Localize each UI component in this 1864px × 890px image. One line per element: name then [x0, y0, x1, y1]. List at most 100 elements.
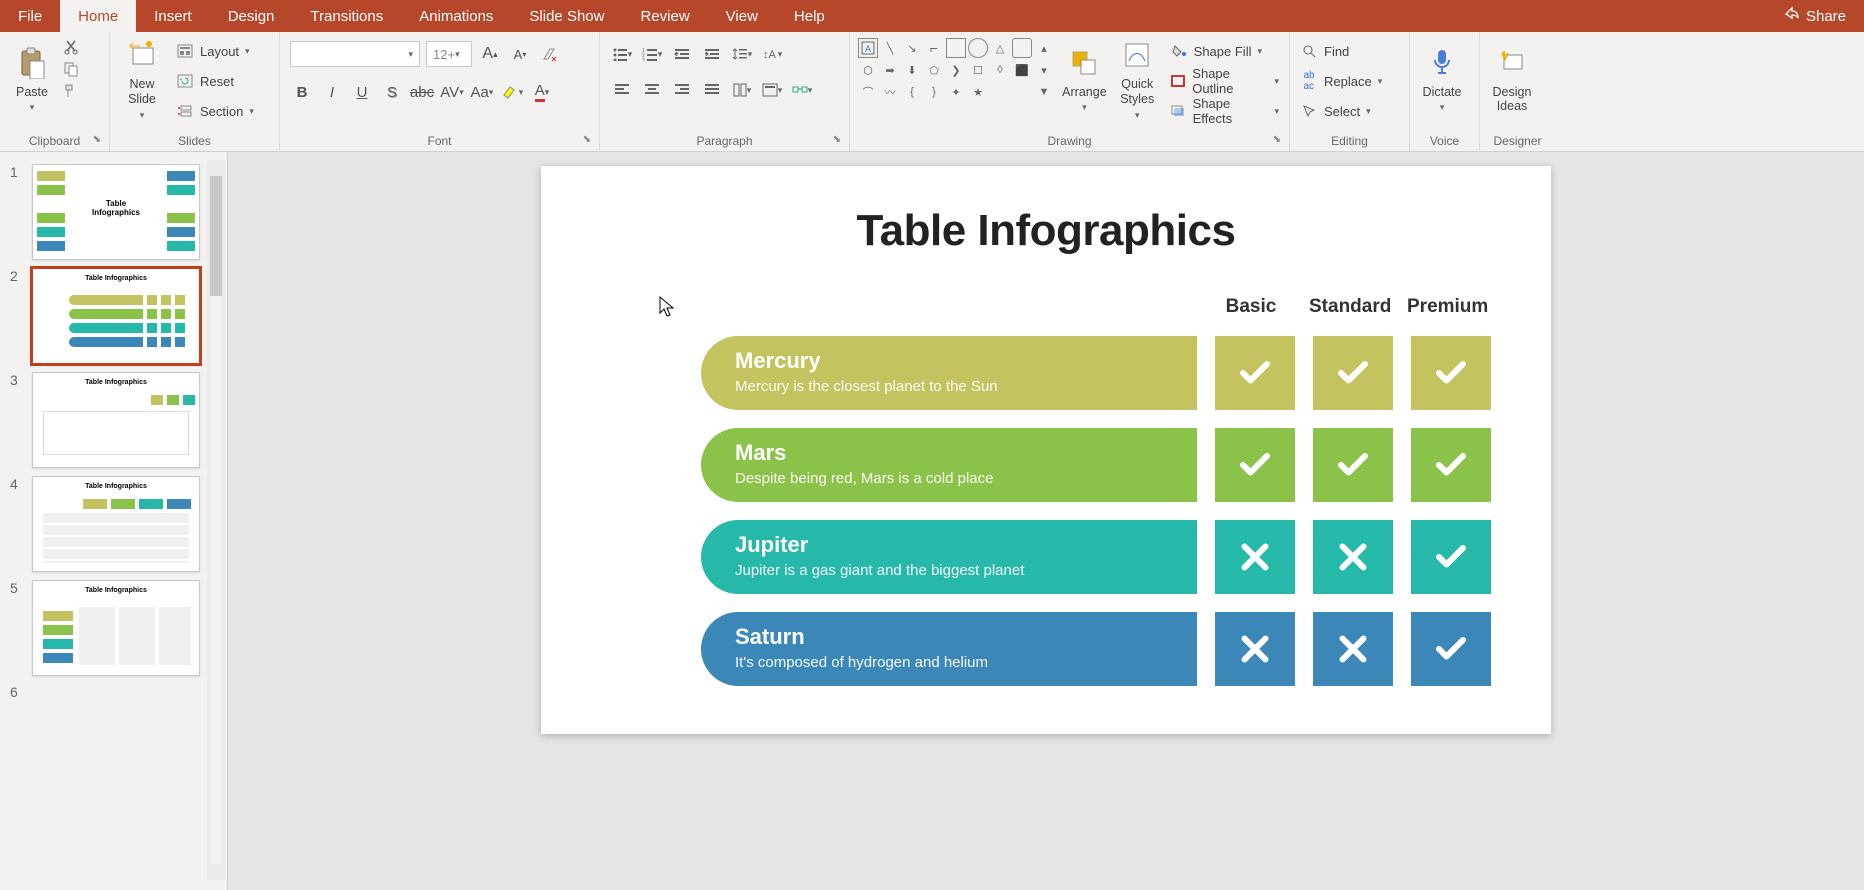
slide-thumbnail-5[interactable]: Table Infographics [32, 580, 200, 676]
align-left-button[interactable] [610, 78, 634, 102]
paragraph-launcher[interactable]: ⬊ [833, 134, 841, 145]
strikethrough-button[interactable]: abc [410, 80, 434, 104]
format-painter-button[interactable] [62, 82, 80, 100]
check-cell[interactable] [1411, 612, 1491, 686]
italic-button[interactable]: I [320, 80, 344, 104]
find-button[interactable]: Find [1296, 38, 1386, 64]
new-slide-button[interactable]: New Slide ▾ [116, 36, 168, 122]
pentagon-arrow-icon[interactable]: ⬠ [924, 60, 944, 80]
tab-home[interactable]: Home [60, 0, 136, 32]
layout-button[interactable]: Layout ▾ [172, 38, 258, 64]
tab-transitions[interactable]: Transitions [292, 0, 401, 32]
shape-outline-button[interactable]: Shape Outline ▾ [1166, 68, 1283, 94]
shapes-gallery[interactable]: A ╲ ↘ ⌐ △ ▴ ⬡ ➡ ⬇ ⬠ ❯ ☐ ◊ ⬛ [856, 36, 1056, 104]
shapes-more[interactable]: ▼ [1034, 82, 1054, 102]
connector-icon[interactable]: ⌐ [924, 38, 944, 58]
slide-thumbnail-3[interactable]: Table Infographics [32, 372, 200, 468]
tab-animations[interactable]: Animations [401, 0, 511, 32]
replace-button[interactable]: abacReplace ▾ [1296, 68, 1386, 94]
slide-thumbnail-2[interactable]: Table Infographics [32, 268, 200, 364]
reset-button[interactable]: Reset [172, 68, 258, 94]
arc-icon[interactable]: ⌒ [858, 82, 878, 102]
cross-cell[interactable] [1215, 612, 1295, 686]
clipboard-launcher[interactable]: ⬊ [93, 134, 101, 145]
column-header[interactable]: Standard [1309, 296, 1389, 318]
slide-thumbnail-1[interactable]: Table Infographics [32, 164, 200, 260]
copy-button[interactable] [62, 60, 80, 78]
slide-thumbnail-4[interactable]: Table Infographics [32, 476, 200, 572]
decrease-indent-button[interactable] [670, 42, 694, 66]
check-cell[interactable] [1215, 336, 1295, 410]
clear-formatting-button[interactable] [538, 42, 562, 66]
down-arrow-icon[interactable]: ⬇ [902, 60, 922, 80]
thumbnails-scrollbar[interactable] [207, 160, 225, 880]
hexagon-icon[interactable]: ⬡ [858, 60, 878, 80]
table-row[interactable]: MarsDespite being red, Mars is a cold pl… [701, 428, 1491, 502]
star5-icon[interactable]: ★ [968, 82, 988, 102]
star4-icon[interactable]: ✦ [946, 82, 966, 102]
cross-cell[interactable] [1215, 520, 1295, 594]
underline-button[interactable]: U [350, 80, 374, 104]
arrange-button[interactable]: Arrange▾ [1060, 36, 1109, 122]
smartart-button[interactable]: ▾ [790, 78, 814, 102]
table-row[interactable]: MercuryMercury is the closest planet to … [701, 336, 1491, 410]
increase-indent-button[interactable] [700, 42, 724, 66]
column-header[interactable]: Premium [1407, 296, 1487, 318]
tab-design[interactable]: Design [210, 0, 293, 32]
star-icon[interactable]: ⬛ [1012, 60, 1032, 80]
cross-cell[interactable] [1313, 612, 1393, 686]
align-text-button[interactable]: ▾ [760, 78, 784, 102]
row-label-pill[interactable]: SaturnIt's composed of hydrogen and heli… [701, 612, 1197, 686]
row-label-pill[interactable]: JupiterJupiter is a gas giant and the bi… [701, 520, 1197, 594]
highlight-button[interactable]: ▾ [500, 80, 524, 104]
text-direction-button[interactable]: ↕A▾ [760, 42, 784, 66]
infographic-table[interactable]: Basic Standard Premium MercuryMercury is… [701, 296, 1491, 686]
rounded-rect-icon[interactable] [1012, 38, 1032, 58]
callout-icon[interactable]: ☐ [968, 60, 988, 80]
font-name-input[interactable]: ▾ [290, 41, 420, 67]
drawing-launcher[interactable]: ⬊ [1273, 134, 1281, 145]
shadow-button[interactable]: S [380, 80, 404, 104]
line-arrow-icon[interactable]: ↘ [902, 38, 922, 58]
brace-left-icon[interactable]: { [902, 82, 922, 102]
align-right-button[interactable] [670, 78, 694, 102]
select-button[interactable]: Select ▾ [1296, 98, 1386, 124]
chevron-icon[interactable]: ❯ [946, 60, 966, 80]
check-cell[interactable] [1411, 428, 1491, 502]
bullets-button[interactable]: ▾ [610, 42, 634, 66]
paste-button[interactable]: Paste▾ [6, 36, 58, 122]
quick-styles-button[interactable]: Quick Styles ▾ [1113, 36, 1162, 122]
check-cell[interactable] [1313, 428, 1393, 502]
curve-icon[interactable]: 〰 [880, 82, 900, 102]
slide-title[interactable]: Table Infographics [601, 206, 1491, 256]
check-cell[interactable] [1411, 336, 1491, 410]
shrink-font-button[interactable]: A▾ [508, 42, 532, 66]
scrollbar-thumb[interactable] [210, 176, 222, 296]
cross-cell[interactable] [1313, 520, 1393, 594]
grow-font-button[interactable]: A▴ [478, 42, 502, 66]
tab-view[interactable]: View [708, 0, 776, 32]
shape-fill-button[interactable]: Shape Fill ▾ [1166, 38, 1283, 64]
design-ideas-button[interactable]: Design Ideas [1486, 36, 1538, 122]
dictate-button[interactable]: Dictate▾ [1416, 36, 1468, 122]
share-button[interactable]: Share [1766, 0, 1864, 32]
font-launcher[interactable]: ⬊ [583, 134, 591, 145]
line-shape-icon[interactable]: ╲ [880, 38, 900, 58]
numbering-button[interactable]: 123▾ [640, 42, 664, 66]
shapes-scroll-down[interactable]: ▾ [1034, 60, 1054, 80]
rectangle-shape-icon[interactable] [946, 38, 966, 58]
shape-effects-button[interactable]: Shape Effects ▾ [1166, 98, 1283, 124]
cut-button[interactable] [62, 38, 80, 56]
row-label-pill[interactable]: MarsDespite being red, Mars is a cold pl… [701, 428, 1197, 502]
column-header[interactable]: Basic [1211, 296, 1291, 318]
tab-review[interactable]: Review [622, 0, 707, 32]
align-center-button[interactable] [640, 78, 664, 102]
triangle-shape-icon[interactable]: △ [990, 38, 1010, 58]
brace-right-icon[interactable]: } [924, 82, 944, 102]
shapes-scroll-up[interactable]: ▴ [1034, 38, 1054, 58]
oval-shape-icon[interactable] [968, 38, 988, 58]
character-spacing-button[interactable]: AV▾ [440, 80, 464, 104]
font-size-input[interactable]: 12+ ▾ [426, 41, 472, 67]
check-cell[interactable] [1411, 520, 1491, 594]
right-arrow-icon[interactable]: ➡ [880, 60, 900, 80]
